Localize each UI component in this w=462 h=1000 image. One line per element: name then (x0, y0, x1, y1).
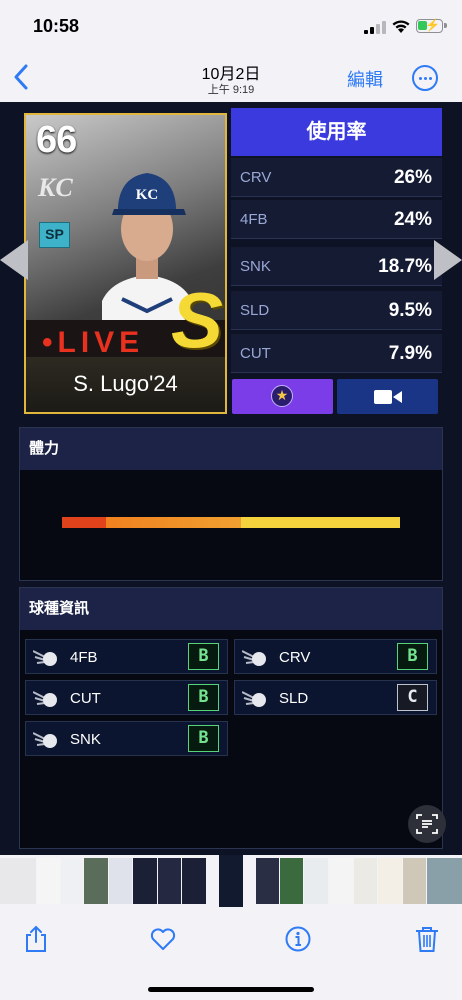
thumbnail[interactable] (280, 858, 303, 904)
usage-pitch: SLD (240, 302, 270, 319)
series-letter: S (171, 276, 224, 364)
usage-value: 26% (393, 167, 432, 188)
previous-arrow-icon[interactable] (0, 240, 28, 280)
thumbnail-strip[interactable] (0, 855, 462, 907)
pitch-item: SNK B (25, 721, 228, 756)
pitch-item: SLD C (234, 680, 437, 715)
status-time: 10:58 (33, 16, 80, 36)
usage-row: 4FB 24% (231, 200, 442, 239)
thumbnail[interactable] (61, 858, 83, 904)
usage-row: SNK 18.7% (231, 247, 442, 286)
thumbnail[interactable] (84, 858, 108, 904)
home-indicator (148, 987, 314, 992)
baseball-icon (242, 691, 266, 707)
pitch-name: CUT (70, 690, 101, 707)
stamina-panel: 體力 (19, 427, 443, 581)
pitch-grade: B (188, 725, 219, 752)
stamina-title: 體力 (20, 428, 442, 470)
player-name: S. Lugo'24 (73, 371, 178, 396)
thumbnail[interactable] (378, 858, 402, 904)
pitch-item: 4FB B (25, 639, 228, 674)
thumbnail[interactable] (158, 858, 181, 904)
usage-row: SLD 9.5% (231, 291, 442, 330)
photo-time: 上午 9:19 (207, 84, 255, 96)
thumbnail[interactable] (403, 858, 426, 904)
pitch-name: SNK (70, 731, 101, 748)
pitch-name: 4FB (70, 649, 98, 666)
team-logo: KC (38, 173, 73, 202)
thumbnail[interactable] (133, 858, 157, 904)
edit-button[interactable]: 編輯 (347, 66, 383, 92)
stamina-bar (62, 517, 400, 528)
pitch-grade: B (397, 643, 428, 670)
pitch-grade: C (397, 684, 428, 711)
thumbnail[interactable] (354, 858, 377, 904)
usage-pitch: CRV (240, 169, 272, 186)
bottom-toolbar (0, 907, 462, 1000)
usage-pitch: CUT (240, 345, 271, 362)
pitch-grade: B (188, 643, 219, 670)
status-bar: 10:58 ⚡ (0, 0, 462, 52)
card-rating: 66 (36, 119, 77, 161)
thumbnail-selected[interactable] (219, 855, 243, 907)
usage-value: 18.7% (378, 256, 432, 277)
usage-row: CRV 26% (231, 158, 442, 197)
video-button[interactable] (337, 379, 438, 414)
thumbnail[interactable] (256, 858, 279, 904)
position-badge: SP (39, 222, 70, 248)
wifi-icon (392, 20, 410, 33)
thumbnail[interactable] (427, 858, 462, 904)
usage-value: 7.9% (388, 343, 432, 364)
pitch-name: SLD (279, 690, 309, 707)
usage-pitch: 4FB (240, 211, 268, 228)
favorite-button[interactable]: ★ (232, 379, 333, 414)
pitch-grade: B (188, 684, 219, 711)
baseball-icon (33, 732, 57, 748)
usage-value: 9.5% (388, 300, 432, 321)
baseball-icon (242, 650, 266, 666)
more-options-icon[interactable] (412, 65, 438, 91)
thumbnail[interactable] (182, 858, 206, 904)
live-text-icon (416, 814, 438, 834)
pitch-info-panel: 球種資訊 (19, 587, 443, 849)
cellular-signal-icon (364, 21, 386, 34)
usage-row: CUT 7.9% (231, 334, 442, 373)
favorite-heart-icon[interactable] (149, 925, 177, 953)
baseball-icon (33, 650, 57, 666)
player-card: KC 66 KC SP •LIVE S S. Lugo'24 (24, 113, 227, 414)
pitch-info-title: 球種資訊 (20, 588, 442, 630)
usage-value: 24% (393, 209, 432, 230)
live-label: •LIVE (42, 326, 145, 359)
thumbnail[interactable] (109, 858, 132, 904)
usage-pitch: SNK (240, 258, 271, 275)
pitch-item: CUT B (25, 680, 228, 715)
svg-text:KC: KC (136, 187, 159, 203)
share-icon[interactable] (22, 925, 50, 953)
thumbnail[interactable] (304, 858, 328, 904)
pitch-name: CRV (279, 649, 311, 666)
live-text-scan-button[interactable] (408, 805, 446, 843)
star-icon: ★ (271, 385, 293, 407)
usage-header: 使用率 (231, 108, 442, 156)
next-arrow-icon[interactable] (434, 240, 462, 280)
pitch-item: CRV B (234, 639, 437, 674)
video-camera-icon (374, 390, 402, 404)
nav-bar: 10月2日 上午 9:19 編輯 (0, 52, 462, 102)
battery-icon: ⚡ (416, 18, 447, 33)
baseball-icon (33, 691, 57, 707)
thumbnail[interactable] (37, 858, 60, 904)
trash-icon[interactable] (413, 925, 441, 953)
thumbnail[interactable] (329, 858, 353, 904)
thumbnail[interactable] (0, 858, 36, 904)
info-icon[interactable] (284, 925, 312, 953)
photo-content: KC 66 KC SP •LIVE S S. Lugo'24 使用率 CRV 2… (0, 102, 462, 855)
